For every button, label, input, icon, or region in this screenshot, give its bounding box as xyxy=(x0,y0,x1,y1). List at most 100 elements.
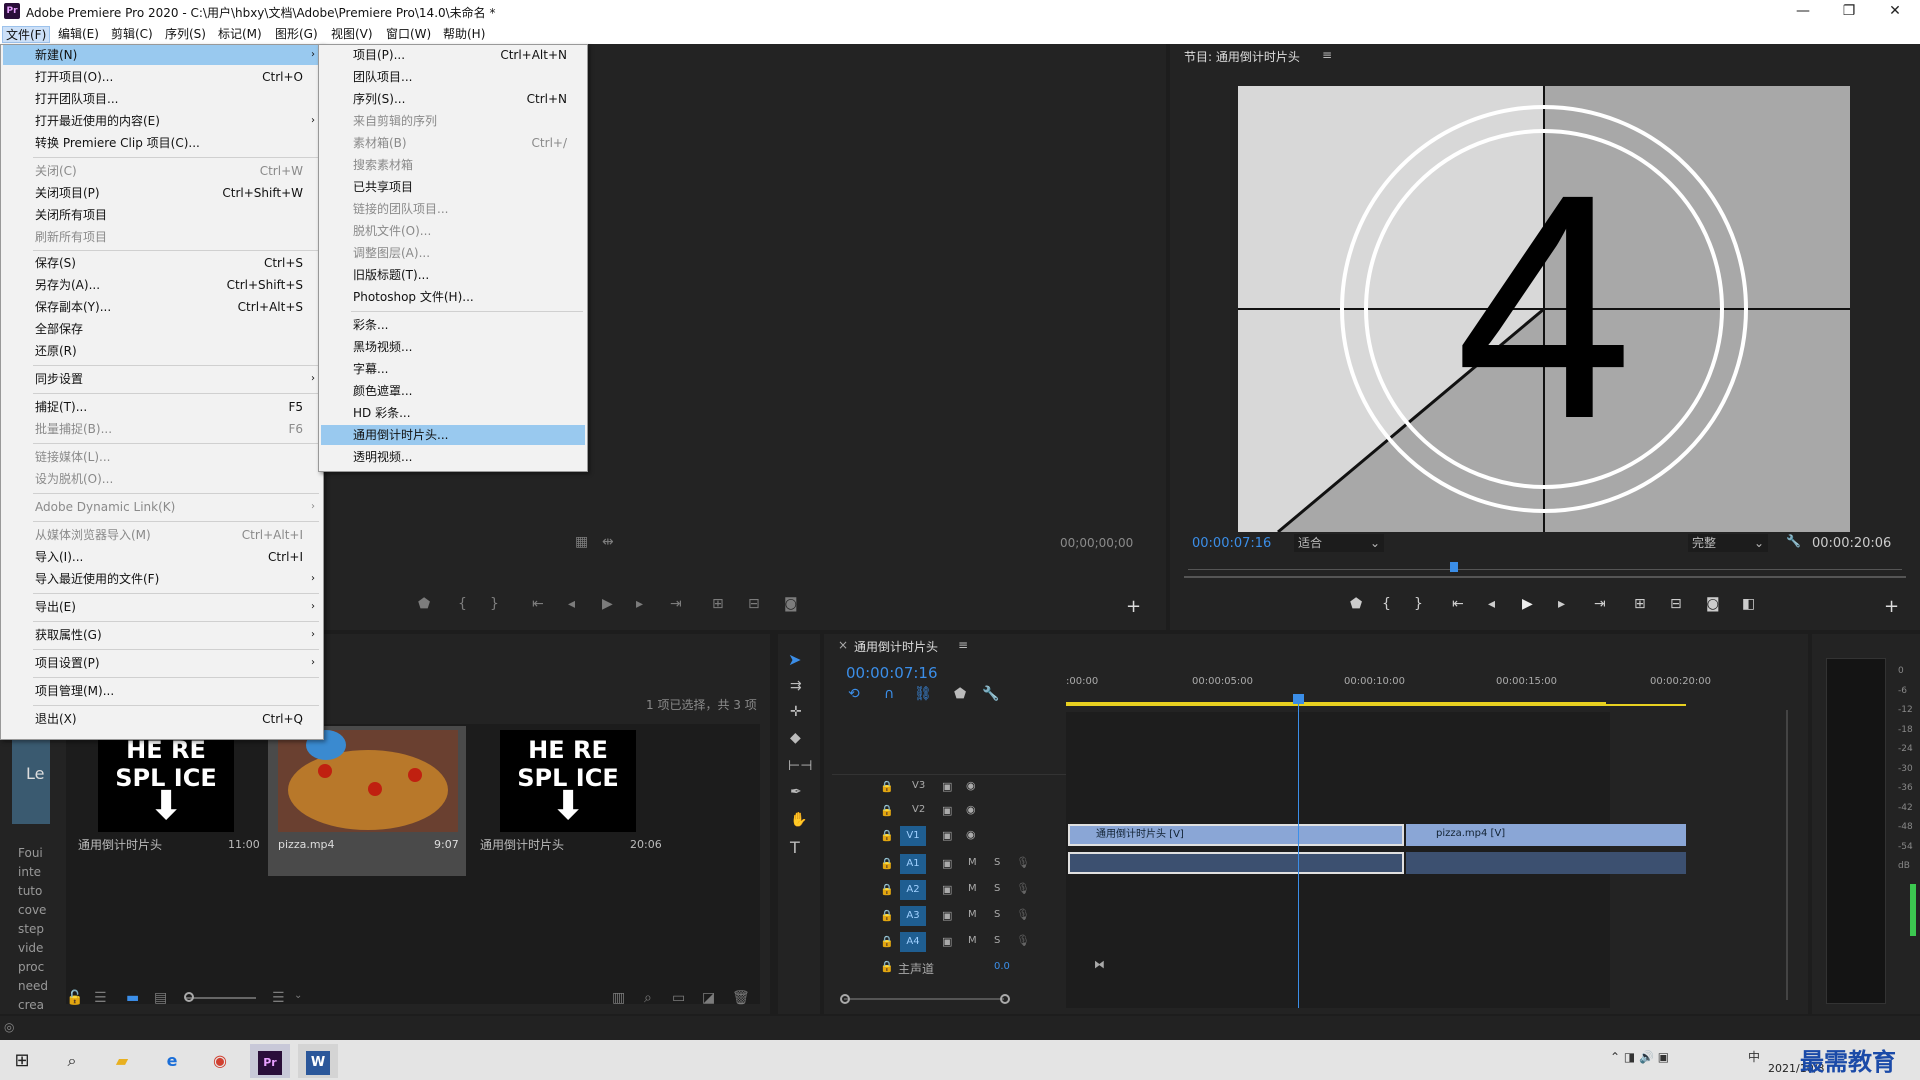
menu-item-save-as[interactable]: 另存为(A)... Ctrl+Shift+S xyxy=(3,275,321,295)
submenu-item-sequence[interactable]: 序列(S)... Ctrl+N xyxy=(321,89,585,109)
horizontal-scrollbar[interactable] xyxy=(844,998,1004,1000)
submenu-item-linked-team-project[interactable]: 链接的团队项目... xyxy=(321,199,585,219)
sort-icon[interactable]: ☰ xyxy=(272,990,285,1006)
menu-item-new[interactable]: 新建(N) › xyxy=(3,45,321,65)
pen-tool-icon[interactable]: ✒ xyxy=(790,784,802,800)
maximize-button[interactable]: ❐ xyxy=(1826,0,1872,24)
submenu-item-captions[interactable]: 字幕... xyxy=(321,359,585,379)
nest-icon[interactable]: ⟲ xyxy=(848,686,860,702)
track-target-a2[interactable]: A2 xyxy=(900,880,926,900)
menu-item-close-all[interactable]: 关闭所有项目 xyxy=(3,205,321,225)
lock-icon[interactable]: 🔒 xyxy=(880,909,894,922)
work-area-bar[interactable] xyxy=(1066,704,1686,706)
list-view-icon[interactable]: ☰ xyxy=(94,990,107,1006)
scroll-handle-right[interactable] xyxy=(1000,994,1010,1004)
menu-item-export[interactable]: 导出(E) › xyxy=(3,597,321,617)
master-volume[interactable]: 0.0 xyxy=(994,961,1010,972)
menu-sequence[interactable]: 序列(S) xyxy=(162,26,209,43)
edge-icon[interactable]: e xyxy=(152,1044,192,1078)
menu-item-open-project[interactable]: 打开项目(O)... Ctrl+O xyxy=(3,67,321,87)
microphone-icon[interactable]: 🎙 xyxy=(1016,882,1030,895)
chrome-icon[interactable]: ◉ xyxy=(200,1044,240,1078)
project-item[interactable]: HE RE SPL ICE ⬇ 通用倒计时片头 20:06 xyxy=(470,726,666,876)
clip-pizza-audio[interactable] xyxy=(1406,852,1686,874)
chevron-down-icon[interactable]: ⌄ xyxy=(294,990,302,1001)
word-taskbar-icon[interactable]: W xyxy=(298,1044,338,1078)
eye-icon[interactable]: ◉ xyxy=(966,803,976,816)
menu-item-link-media[interactable]: 链接媒体(L)... xyxy=(3,447,321,467)
sync-lock-icon[interactable]: ▣ xyxy=(942,857,952,870)
lock-icon[interactable]: 🔒 xyxy=(880,804,894,817)
menu-view[interactable]: 视图(V) xyxy=(328,26,376,43)
close-button[interactable]: ✕ xyxy=(1872,0,1918,24)
mute-button[interactable]: M xyxy=(968,857,977,868)
start-button-icon[interactable]: ⊞ xyxy=(2,1044,42,1078)
mute-button[interactable]: M xyxy=(968,935,977,946)
menu-file[interactable]: 文件(F) xyxy=(2,26,51,43)
lock-icon[interactable]: 🔒 xyxy=(880,935,894,948)
zoom-select[interactable]: 适合 ⌄ xyxy=(1294,534,1384,552)
menu-graphics[interactable]: 图形(G) xyxy=(272,26,321,43)
playhead-handle[interactable] xyxy=(1293,694,1304,704)
camera-icon[interactable]: ◙ xyxy=(784,596,798,612)
menu-item-close[interactable]: 关闭(C) Ctrl+W xyxy=(3,161,321,181)
snap-icon[interactable]: ∩ xyxy=(884,686,894,702)
bow-tie-icon[interactable]: ⧓ xyxy=(1094,958,1105,971)
lift-icon[interactable]: ⊞ xyxy=(1634,596,1646,612)
mute-button[interactable]: M xyxy=(968,883,977,894)
sync-lock-icon[interactable]: ▣ xyxy=(942,804,952,817)
menu-item-close-project[interactable]: 关闭项目(P) Ctrl+Shift+W xyxy=(3,183,321,203)
submenu-item-offline-file[interactable]: 脱机文件(O)... xyxy=(321,221,585,241)
submenu-item-bin[interactable]: 素材箱(B) Ctrl+/ xyxy=(321,133,585,153)
go-to-out-icon[interactable]: ⇥ xyxy=(670,596,682,612)
eye-icon[interactable]: ◉ xyxy=(966,779,976,792)
freeform-view-icon[interactable]: ▤ xyxy=(154,990,167,1006)
go-to-in-icon[interactable]: ⇤ xyxy=(1452,596,1464,612)
submenu-item-legacy-title[interactable]: 旧版标题(T)... xyxy=(321,265,585,285)
marker-icon[interactable]: ⬟ xyxy=(1350,596,1362,612)
submenu-item-transparent-video[interactable]: 透明视频... xyxy=(321,447,585,467)
add-button-icon[interactable]: + xyxy=(1126,596,1141,617)
sync-lock-icon[interactable]: ▣ xyxy=(942,883,952,896)
play-icon[interactable]: ▶ xyxy=(602,596,613,612)
menu-window[interactable]: 窗口(W) xyxy=(383,26,434,43)
menu-item-batch-capture[interactable]: 批量捕捉(B)... F6 xyxy=(3,419,321,439)
menu-item-open-team-project[interactable]: 打开团队项目... xyxy=(3,89,321,109)
new-item-icon[interactable]: ◪ xyxy=(702,990,715,1006)
microphone-icon[interactable]: 🎙 xyxy=(1016,934,1030,947)
lock-icon[interactable]: 🔒 xyxy=(880,857,894,870)
menu-edit[interactable]: 编辑(E) xyxy=(55,26,102,43)
track-target-a4[interactable]: A4 xyxy=(900,932,926,952)
menu-item-convert-clip[interactable]: 转换 Premiere Clip 项目(C)... xyxy=(3,133,321,153)
submenu-item-hd-bars[interactable]: HD 彩条... xyxy=(321,403,585,423)
sync-lock-icon[interactable]: ▣ xyxy=(942,829,952,842)
menu-item-import-recent[interactable]: 导入最近使用的文件(F) › xyxy=(3,569,321,589)
submenu-item-search-bin[interactable]: 搜索素材箱 xyxy=(321,155,585,175)
track-target-v1[interactable]: V1 xyxy=(900,826,926,846)
search-icon[interactable]: ⌕ xyxy=(52,1044,92,1078)
slip-tool-icon[interactable]: ⊢⊣ xyxy=(788,758,812,774)
microphone-icon[interactable]: 🎙 xyxy=(1016,856,1030,869)
in-point-icon[interactable]: { xyxy=(458,596,467,612)
lock-icon[interactable]: 🔓 xyxy=(66,990,83,1006)
menu-marker[interactable]: 标记(M) xyxy=(215,26,265,43)
out-point-icon[interactable]: } xyxy=(1414,596,1423,612)
menu-item-dynamic-link[interactable]: Adobe Dynamic Link(K) › xyxy=(3,497,321,517)
lock-icon[interactable]: 🔒 xyxy=(880,883,894,896)
panel-menu-icon[interactable]: ≡ xyxy=(958,638,968,652)
extract-icon[interactable]: ⊟ xyxy=(1670,596,1682,612)
overwrite-icon[interactable]: ⊟ xyxy=(748,596,760,612)
menu-item-import-media-browser[interactable]: 从媒体浏览器导入(M) Ctrl+Alt+I xyxy=(3,525,321,545)
submenu-item-photoshop-file[interactable]: Photoshop 文件(H)... xyxy=(321,287,585,307)
menu-item-import[interactable]: 导入(I)... Ctrl+I xyxy=(3,547,321,567)
step-forward-icon[interactable]: ▸ xyxy=(1558,596,1565,612)
ime-indicator[interactable]: 中 xyxy=(1748,1048,1760,1065)
search-icon[interactable]: ⌕ xyxy=(644,990,652,1006)
step-back-icon[interactable]: ◂ xyxy=(568,596,575,612)
insert-icon[interactable]: ⊞ xyxy=(712,596,724,612)
zoom-slider[interactable] xyxy=(186,997,256,999)
ripple-edit-tool-icon[interactable]: ✛ xyxy=(790,704,802,720)
program-zoom-bar[interactable] xyxy=(1184,576,1906,578)
icon-view-icon[interactable]: ▬ xyxy=(126,990,139,1006)
add-button-icon[interactable]: + xyxy=(1884,596,1899,617)
